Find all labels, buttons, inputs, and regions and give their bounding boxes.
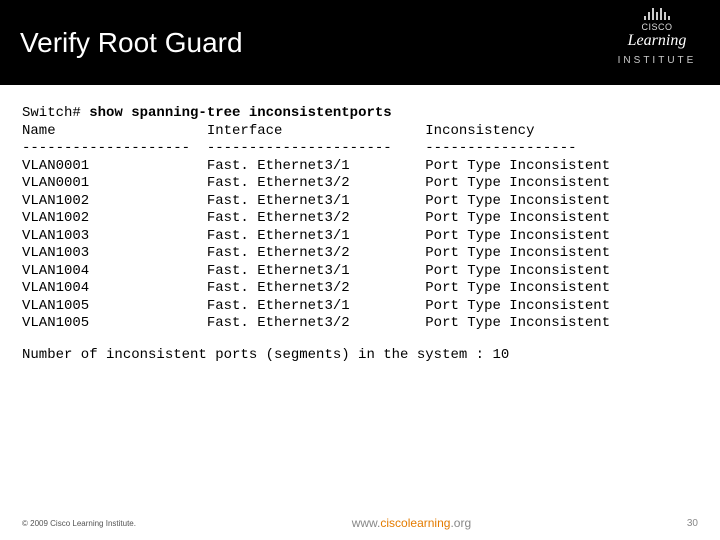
- summary-line: Number of inconsistent ports (segments) …: [22, 347, 698, 363]
- copyright: © 2009 Cisco Learning Institute.: [22, 519, 136, 528]
- brand-logo: CISCO Learning INSTITUTE: [612, 8, 702, 78]
- brand-main: Learning: [628, 32, 687, 49]
- content-area: Switch# show spanning-tree inconsistentp…: [0, 85, 720, 363]
- slide-title: Verify Root Guard: [20, 27, 243, 59]
- cisco-bars-icon: [612, 8, 702, 20]
- footer: © 2009 Cisco Learning Institute. www.cis…: [0, 516, 720, 530]
- title-bar: Verify Root Guard CISCO Learning INSTITU…: [0, 0, 720, 85]
- footer-url: www.ciscolearning.org: [352, 516, 471, 530]
- brand-sub: INSTITUTE: [618, 55, 697, 66]
- brand-top: CISCO: [612, 22, 702, 32]
- page-number: 30: [687, 518, 698, 529]
- terminal-output: Switch# show spanning-tree inconsistentp…: [22, 105, 698, 333]
